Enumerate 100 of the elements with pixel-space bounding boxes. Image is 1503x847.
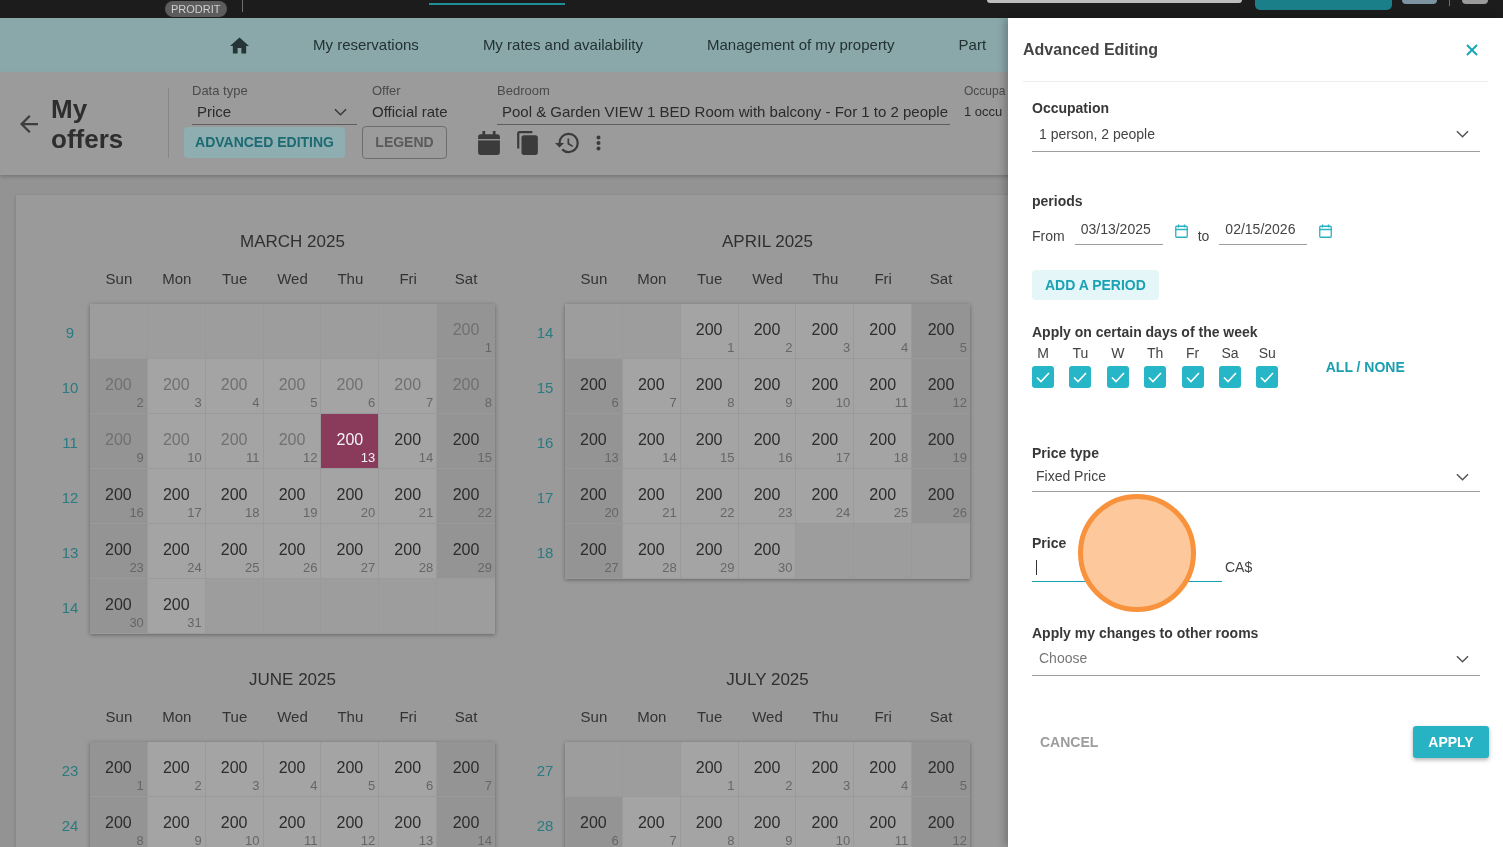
- day-cell[interactable]: 200 2: [738, 304, 797, 359]
- date-field[interactable]: 03/13/2025: [1074, 213, 1163, 245]
- day-cell[interactable]: 200 2: [738, 742, 797, 797]
- home-icon[interactable]: [230, 36, 249, 54]
- day-cell[interactable]: 200 9: [738, 797, 797, 847]
- nav-link[interactable]: My reservations: [313, 36, 419, 54]
- day-cell[interactable]: 200 10: [796, 359, 855, 414]
- day-cell[interactable]: 200 17: [796, 414, 855, 469]
- day-cell[interactable]: 200 4: [854, 742, 913, 797]
- day-cell[interactable]: 200 26: [263, 524, 322, 579]
- chevron-down-icon[interactable]: [1456, 472, 1469, 481]
- chevron-down-icon[interactable]: [1456, 654, 1469, 663]
- day-cell[interactable]: 200 5: [321, 742, 380, 797]
- checkbox[interactable]: [1069, 366, 1092, 388]
- select-field[interactable]: Choose: [1032, 642, 1480, 677]
- day-cell[interactable]: 200 18: [854, 414, 913, 469]
- day-cell[interactable]: 200 2: [147, 742, 206, 797]
- day-cell[interactable]: 200 25: [205, 524, 264, 579]
- date-field[interactable]: 02/15/2026: [1219, 213, 1308, 245]
- day-cell[interactable]: 200 3: [796, 304, 855, 359]
- day-price: 200: [336, 430, 364, 450]
- checkbox[interactable]: [1256, 366, 1279, 388]
- calendar-icon[interactable]: [1319, 224, 1333, 238]
- day-cell[interactable]: 200 9: [147, 797, 206, 847]
- day-price: 200: [869, 758, 897, 778]
- chevron-down-icon[interactable]: [1456, 130, 1469, 138]
- day-price: 200: [336, 540, 364, 560]
- day-cell[interactable]: 200 1: [680, 304, 739, 359]
- day-cell[interactable]: 200 24: [796, 469, 855, 524]
- day-price: 200: [695, 758, 723, 778]
- day-cell[interactable]: 200 11: [854, 797, 913, 847]
- history-icon[interactable]: [555, 130, 580, 155]
- nav-link[interactable]: My rates and availability: [482, 36, 643, 54]
- day-cell[interactable]: 200 4: [854, 304, 913, 359]
- day-price: 200: [811, 758, 839, 778]
- day-cell[interactable]: 200 29: [680, 524, 739, 579]
- select-field[interactable]: Pool & Garden VIEW 1 BED Room with balcony - For 1 to 2 people: [497, 99, 950, 125]
- calendar-icon[interactable]: [478, 130, 500, 155]
- day-cell[interactable]: 200 23: [738, 469, 797, 524]
- copy-icon[interactable]: [516, 130, 539, 155]
- day-cell[interactable]: 200 15: [680, 414, 739, 469]
- checkbox[interactable]: [1106, 366, 1129, 388]
- day-cell[interactable]: 200 8: [680, 359, 739, 414]
- header-icon-button[interactable]: [1401, 0, 1437, 4]
- day-cell[interactable]: 200 28: [622, 524, 681, 579]
- day-cell[interactable]: 200 21: [622, 469, 681, 524]
- day-cell[interactable]: 200 14: [622, 414, 681, 469]
- day-cell[interactable]: 200 6: [379, 742, 438, 797]
- day-cell[interactable]: 200 16: [738, 414, 797, 469]
- day-cell[interactable]: 200 3: [796, 742, 855, 797]
- day-cell[interactable]: 200 3: [205, 742, 264, 797]
- week-number: 24: [61, 817, 79, 835]
- day-cell[interactable]: 200 28: [379, 524, 438, 579]
- chevron-down-icon[interactable]: [334, 107, 347, 116]
- select-field[interactable]: Fixed Price: [1032, 462, 1480, 492]
- day-cell[interactable]: 200 4: [263, 742, 322, 797]
- day-cell[interactable]: 200 30: [738, 524, 797, 579]
- day-cell[interactable]: 200 31: [147, 579, 206, 634]
- day-cell[interactable]: 200 1: [680, 742, 739, 797]
- nav-link[interactable]: Part: [958, 36, 987, 54]
- day-cell[interactable]: 200 10: [205, 797, 264, 847]
- day-cell[interactable]: 200 10: [796, 797, 855, 847]
- checkbox[interactable]: [1032, 366, 1054, 388]
- day-cell[interactable]: 200 9: [738, 359, 797, 414]
- user-avatar[interactable]: [1461, 0, 1488, 4]
- day-cell[interactable]: 200 18: [205, 469, 264, 524]
- day-cell[interactable]: 200 7: [622, 359, 681, 414]
- checkbox[interactable]: [1218, 366, 1241, 388]
- checkbox[interactable]: [1181, 366, 1204, 388]
- all-none-link[interactable]: ALL / NONE: [1325, 359, 1405, 375]
- more-options-icon[interactable]: [596, 134, 601, 151]
- day-cell[interactable]: 200 17: [147, 469, 206, 524]
- day-cell[interactable]: 200 21: [379, 469, 438, 524]
- select-field[interactable]: Price: [192, 99, 357, 125]
- day-cell[interactable]: 200 22: [680, 469, 739, 524]
- day-number: 9: [194, 833, 202, 847]
- calendar-icon[interactable]: [1174, 224, 1188, 238]
- day-number: 6: [368, 395, 376, 410]
- nav-link[interactable]: Management of my property: [706, 36, 895, 54]
- day-cell[interactable]: 200 24: [147, 524, 206, 579]
- day-cell[interactable]: 200 8: [680, 797, 739, 847]
- close-icon[interactable]: [1466, 43, 1478, 56]
- day-price: 200: [452, 485, 480, 505]
- day-cell[interactable]: 200 11: [263, 797, 322, 847]
- day-cell[interactable]: 200 13: [321, 414, 380, 469]
- select-field[interactable]: 1 person, 2 people: [1032, 117, 1480, 152]
- back-arrow-icon[interactable]: [20, 115, 38, 133]
- day-cell[interactable]: 200 13: [379, 797, 438, 847]
- day-cell[interactable]: 200 25: [854, 469, 913, 524]
- search-field[interactable]: [986, 0, 1242, 3]
- day-cell[interactable]: 200 27: [321, 524, 380, 579]
- checkbox[interactable]: [1144, 366, 1167, 388]
- day-cell[interactable]: 200 11: [854, 359, 913, 414]
- day-cell[interactable]: 200 20: [321, 469, 380, 524]
- day-cell[interactable]: 200 12: [321, 797, 380, 847]
- field-label: to: [1197, 227, 1210, 245]
- day-cell[interactable]: 200 14: [379, 414, 438, 469]
- day-cell[interactable]: 200 19: [263, 469, 322, 524]
- day-cell[interactable]: 200 7: [622, 797, 681, 847]
- day-price: 200: [927, 375, 955, 395]
